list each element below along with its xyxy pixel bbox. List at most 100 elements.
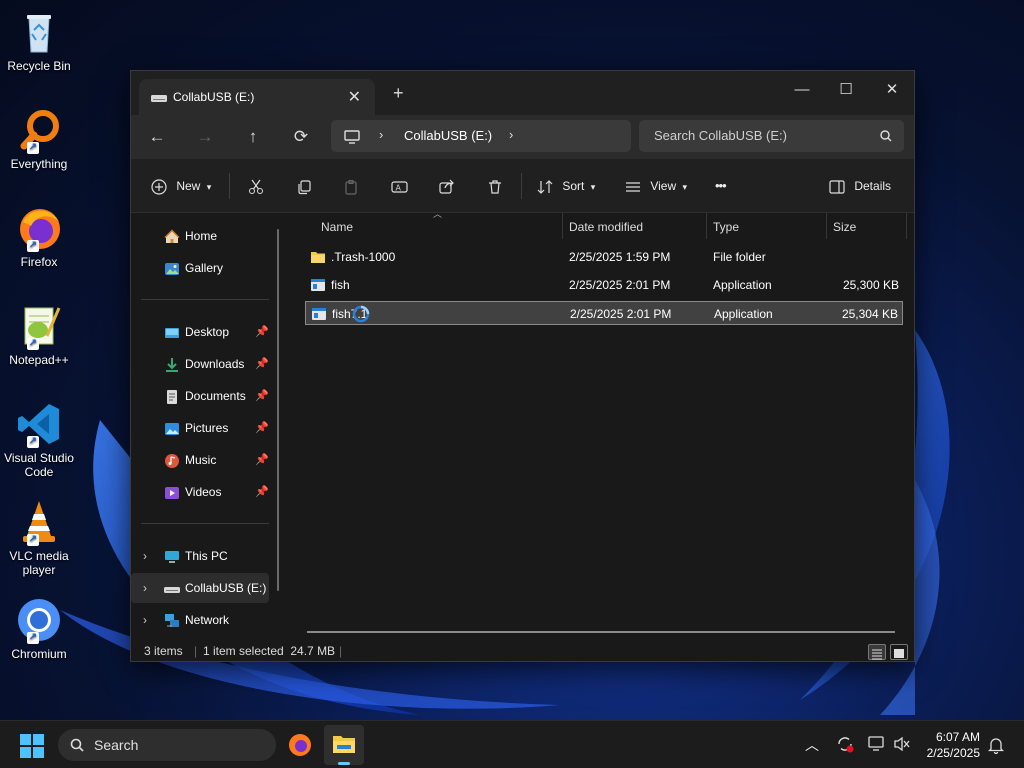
sort-button[interactable]: Sort ▾ — [537, 175, 595, 197]
desktop-icon-chromium[interactable]: ↗ Chromium — [2, 596, 76, 661]
notepadpp-icon: ↗ — [15, 302, 63, 350]
more-options-button[interactable]: ••• — [715, 175, 727, 197]
navigation-pane: Home Gallery Desktop 📌 Downloads 📌 Docum… — [131, 213, 281, 633]
column-divider[interactable] — [906, 213, 907, 239]
usb-drive-icon — [151, 95, 167, 102]
up-button[interactable]: ↑ — [240, 124, 266, 150]
sidebar-item-pictures[interactable]: Pictures 📌 — [131, 413, 269, 443]
taskbar-firefox[interactable] — [288, 733, 312, 760]
sidebar-item-collabusb[interactable]: › CollabUSB (E:) — [131, 573, 269, 603]
file-row-trash[interactable]: .Trash-1000 2/25/2025 1:59 PM File folde… — [305, 245, 903, 269]
pin-icon[interactable]: 📌 — [255, 413, 269, 443]
network-icon — [165, 614, 179, 627]
vlc-icon: ↗ — [15, 498, 63, 546]
forward-button[interactable]: → — [192, 124, 218, 150]
system-clock[interactable]: 6:07 AM 2/25/2025 — [927, 729, 980, 761]
desktop-icon-recycle-bin[interactable]: Recycle Bin — [2, 8, 76, 73]
chevron-up-icon[interactable]: ︿ — [805, 735, 819, 755]
column-divider[interactable] — [826, 213, 827, 239]
sidebar-divider — [141, 523, 269, 524]
back-button[interactable]: ← — [144, 124, 170, 150]
file-type: Application — [713, 278, 772, 292]
music-folder-icon — [165, 454, 179, 468]
view-icon — [626, 182, 640, 192]
sidebar-item-downloads[interactable]: Downloads 📌 — [131, 349, 269, 379]
column-header-size[interactable]: Size — [833, 213, 856, 241]
clock-time: 6:07 AM — [935, 730, 980, 744]
sidebar-item-desktop[interactable]: Desktop 📌 — [131, 317, 269, 347]
desktop-icon-notepadpp[interactable]: ↗ Notepad++ — [2, 302, 76, 367]
maximize-button[interactable]: ☐ — [823, 75, 869, 105]
network-status-icon[interactable] — [868, 736, 886, 752]
new-tab-button[interactable]: + — [393, 83, 404, 104]
desktop-icon-firefox[interactable]: ↗ Firefox — [2, 204, 76, 269]
rename-button[interactable]: A — [391, 175, 409, 197]
pin-icon[interactable]: 📌 — [255, 381, 269, 411]
sidebar-item-documents[interactable]: Documents 📌 — [131, 381, 269, 411]
pin-icon[interactable]: 📌 — [255, 445, 269, 475]
active-indicator — [338, 762, 350, 765]
desktop-icon-vscode[interactable]: ↗ Visual Studio Code — [2, 400, 76, 479]
copy-button[interactable] — [296, 175, 312, 197]
sidebar-item-gallery[interactable]: Gallery — [131, 253, 269, 283]
chevron-right-icon[interactable]: › — [143, 541, 147, 571]
minimize-button[interactable]: — — [779, 75, 825, 105]
desktop-icon-everything[interactable]: ↗ Everything — [2, 106, 76, 171]
pin-icon[interactable]: 📌 — [255, 317, 269, 347]
chevron-down-icon: ▾ — [206, 182, 212, 192]
cut-button[interactable] — [248, 175, 264, 197]
desktop-icon-vlc[interactable]: ↗ VLC media player — [2, 498, 76, 577]
horizontal-scrollbar[interactable] — [307, 631, 895, 633]
chevron-right-icon[interactable]: › — [509, 127, 513, 142]
paste-button[interactable] — [343, 175, 359, 197]
sidebar-scrollbar[interactable] — [277, 229, 279, 591]
taskbar-file-explorer[interactable] — [324, 725, 364, 765]
sidebar-item-network[interactable]: › Network — [131, 605, 269, 635]
sidebar-item-home[interactable]: Home — [131, 221, 269, 251]
close-window-button[interactable]: ✕ — [869, 75, 915, 105]
chevron-right-icon[interactable]: › — [143, 605, 147, 635]
sidebar-item-this-pc[interactable]: › This PC — [131, 541, 269, 571]
pin-icon[interactable]: 📌 — [255, 349, 269, 379]
column-header-date[interactable]: Date modified — [569, 213, 643, 241]
sidebar-item-label: Network — [185, 613, 230, 627]
file-row-fish71[interactable]: fish7.1 2/25/2025 2:01 PM Application 25… — [305, 301, 903, 325]
update-sync-icon[interactable] — [836, 735, 854, 753]
share-button[interactable] — [439, 175, 455, 197]
trash-icon — [489, 180, 501, 194]
column-divider[interactable] — [562, 213, 563, 239]
tab-close-icon[interactable]: ✕ — [348, 87, 361, 107]
search-box[interactable]: Search CollabUSB (E:) — [639, 120, 904, 152]
address-bar[interactable]: › CollabUSB (E:) › — [331, 120, 631, 152]
notification-bell-icon[interactable] — [988, 736, 1004, 754]
pin-icon[interactable]: 📌 — [255, 477, 269, 507]
file-name: .Trash-1000 — [331, 250, 396, 264]
new-button[interactable]: New ▾ — [151, 175, 211, 197]
details-pane-button[interactable]: Details — [829, 175, 891, 197]
command-bar: New ▾ A Sort ▾ View ▾ ••• Details — [131, 159, 914, 213]
chevron-right-icon[interactable]: › — [379, 127, 383, 142]
delete-button[interactable] — [487, 175, 503, 197]
tiles-view-button[interactable] — [890, 644, 908, 660]
file-size: 25,304 KB — [841, 307, 898, 321]
volume-muted-icon[interactable] — [893, 736, 911, 752]
details-view-button[interactable] — [868, 644, 886, 660]
desktop-folder-icon — [165, 328, 179, 338]
sidebar-item-videos[interactable]: Videos 📌 — [131, 477, 269, 507]
navigation-bar: ← → ↑ ⟳ › CollabUSB (E:) › Search Collab… — [131, 115, 914, 159]
column-divider[interactable] — [706, 213, 707, 239]
usb-drive-icon — [164, 587, 180, 593]
firefox-icon: ↗ — [15, 204, 63, 252]
refresh-button[interactable]: ⟳ — [288, 124, 314, 150]
tab-collabusb[interactable]: CollabUSB (E:) ✕ — [139, 79, 375, 115]
taskbar-search[interactable]: Search — [58, 729, 276, 761]
chevron-right-icon[interactable]: › — [143, 573, 147, 603]
file-row-fish[interactable]: fish 2/25/2025 2:01 PM Application 25,30… — [305, 273, 903, 297]
view-button[interactable]: View ▾ — [625, 175, 687, 197]
column-header-type[interactable]: Type — [713, 213, 739, 241]
start-button[interactable] — [20, 734, 44, 761]
breadcrumb-collabusb[interactable]: CollabUSB (E:) — [404, 128, 492, 143]
sidebar-item-music[interactable]: Music 📌 — [131, 445, 269, 475]
status-divider: | — [339, 644, 343, 658]
column-header-name[interactable]: Name — [321, 213, 353, 241]
